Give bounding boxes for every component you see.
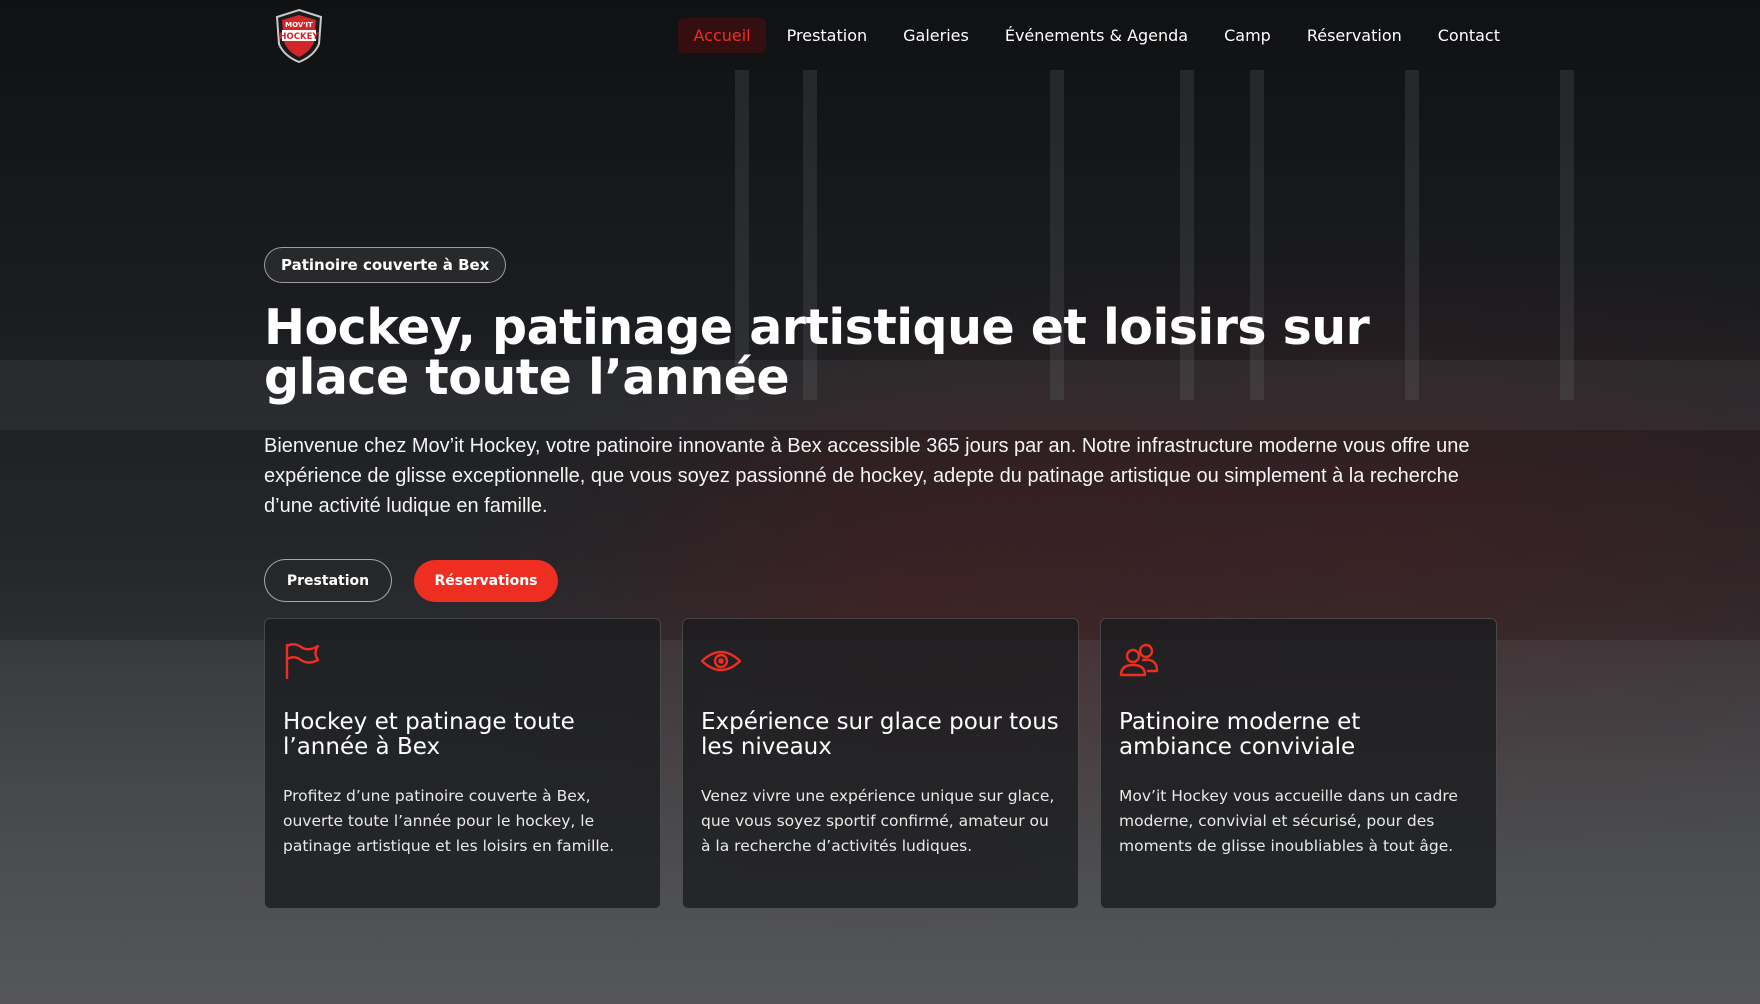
main-nav: Accueil Prestation Galeries Événements &… — [678, 18, 1515, 53]
brand-logo[interactable]: MOV'IT HOCKEY — [274, 8, 324, 64]
feature-cards: Hockey et patinage toute l’année à Bex P… — [264, 618, 1497, 909]
svg-text:HOCKEY: HOCKEY — [279, 32, 319, 42]
feature-card-title: Patinoire moderne et ambiance conviviale — [1119, 709, 1361, 760]
hero-description: Bienvenue chez Mov’it Hockey, votre pati… — [264, 435, 1470, 517]
svg-text:MOV'IT: MOV'IT — [285, 21, 313, 29]
feature-card-patinoire: Patinoire moderne et ambiance conviviale… — [1100, 618, 1497, 909]
nav-item-evenements-agenda[interactable]: Événements & Agenda — [990, 18, 1203, 53]
feature-card-text: Mov’it Hockey vous accueille dans un cad… — [1119, 787, 1458, 855]
reservations-button[interactable]: Réservations — [414, 559, 558, 602]
feature-card-text: Venez vivre une expérience unique sur gl… — [701, 787, 1055, 855]
feature-card-title: Hockey et patinage toute l’année à Bex — [283, 709, 575, 760]
feature-card-hockey: Hockey et patinage toute l’année à Bex P… — [264, 618, 661, 909]
hero-section: Patinoire couverte à Bex Hockey, patinag… — [264, 247, 1494, 602]
nav-item-accueil[interactable]: Accueil — [678, 18, 766, 53]
hero-title: Hockey, patinage artistique et loisirs s… — [264, 299, 1370, 406]
nav-item-prestation[interactable]: Prestation — [772, 18, 883, 53]
nav-item-contact[interactable]: Contact — [1423, 18, 1515, 53]
eye-icon — [700, 650, 742, 685]
nav-item-galeries[interactable]: Galeries — [888, 18, 984, 53]
users-icon — [1119, 643, 1159, 685]
hero-buttons: Prestation Réservations — [264, 559, 1494, 602]
site-header: MOV'IT HOCKEY Accueil Prestation Galerie… — [0, 0, 1760, 68]
feature-card-text: Profitez d’une patinoire couverte à Bex,… — [283, 787, 615, 855]
location-badge: Patinoire couverte à Bex — [264, 247, 507, 283]
feature-card-experience: Expérience sur glace pour tous les nivea… — [682, 618, 1079, 909]
prestation-button[interactable]: Prestation — [264, 559, 392, 602]
nav-item-reservation[interactable]: Réservation — [1292, 18, 1417, 53]
feature-card-title: Expérience sur glace pour tous les nivea… — [701, 709, 1059, 760]
flag-icon — [283, 643, 323, 685]
nav-item-camp[interactable]: Camp — [1209, 18, 1286, 53]
